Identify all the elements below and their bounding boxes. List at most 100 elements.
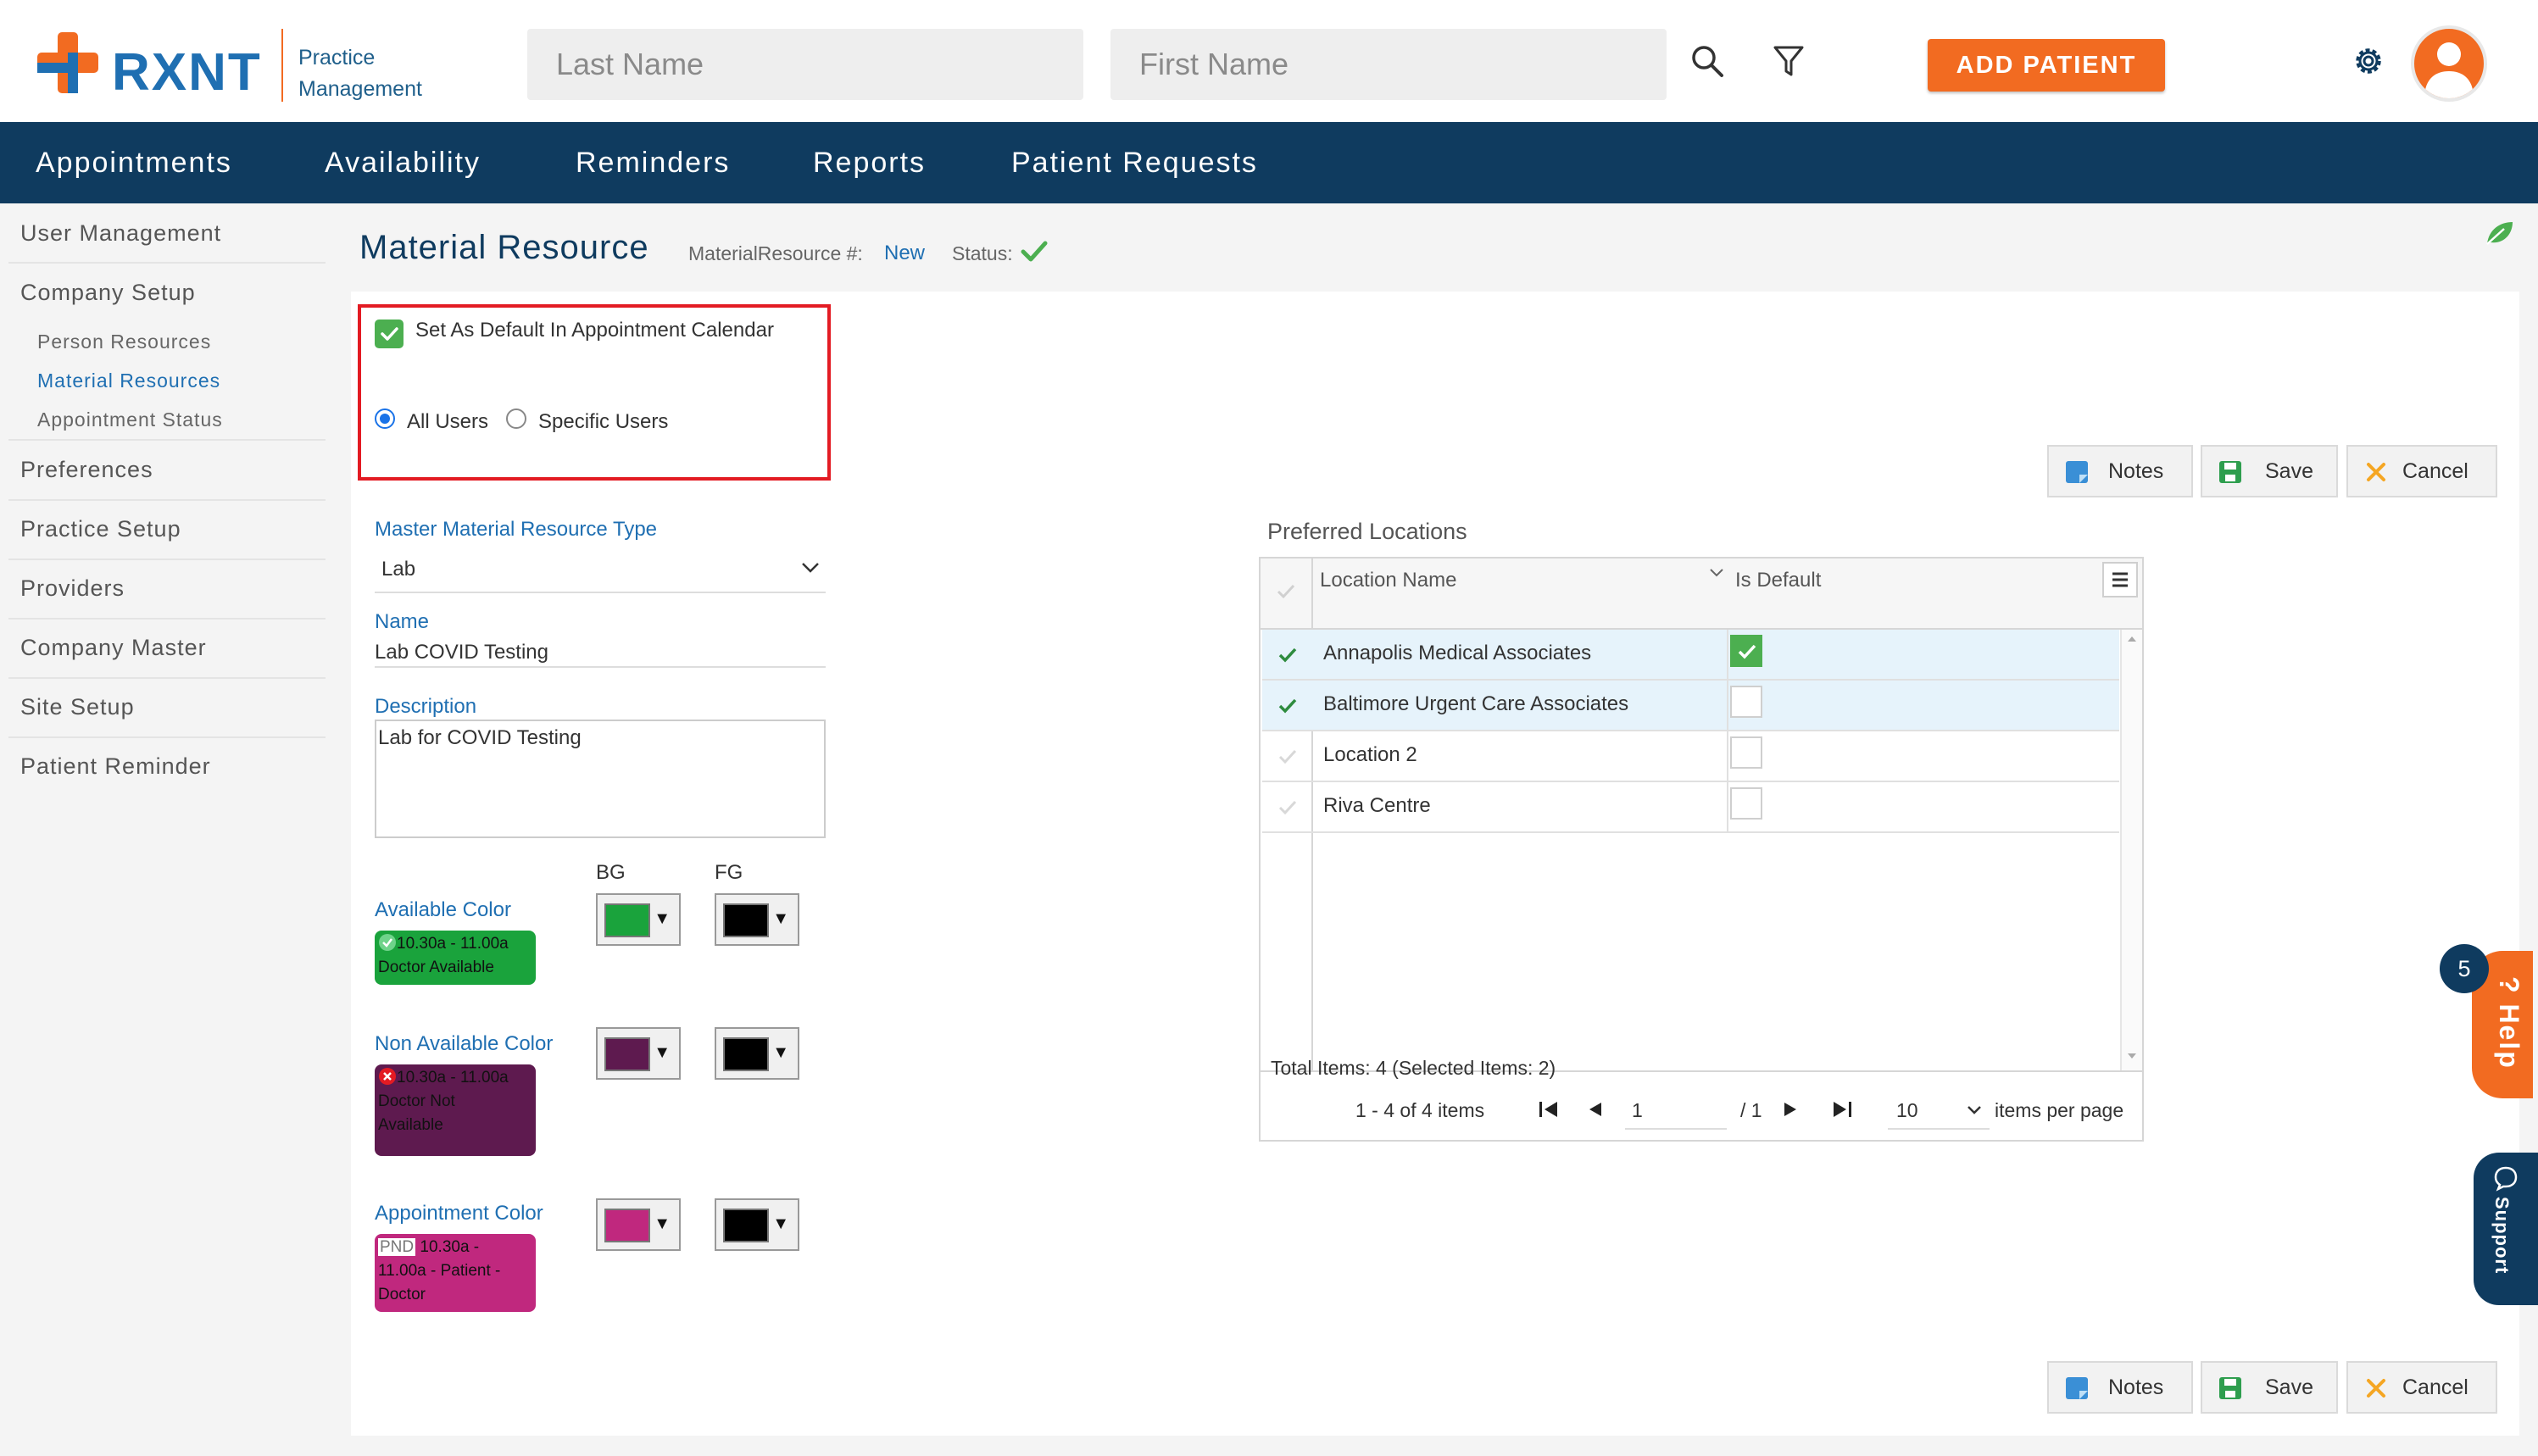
non-available-bg-color-picker[interactable]: ▼	[596, 1027, 681, 1080]
next-page-icon[interactable]	[1781, 1101, 1800, 1118]
sidebar-item-patient-reminder[interactable]: Patient Reminder	[20, 753, 211, 780]
dropdown-arrow-icon: ▼	[772, 909, 789, 928]
row-check-icon[interactable]	[1277, 697, 1298, 715]
appointment-fg-color-picker[interactable]: ▼	[715, 1198, 799, 1251]
chevron-down-icon[interactable]	[800, 561, 821, 575]
dropdown-arrow-icon: ▼	[654, 1214, 671, 1233]
add-patient-button[interactable]: ADD PATIENT	[1928, 39, 2165, 92]
non-available-preview-line2: Doctor Not	[378, 1092, 455, 1110]
sidebar-divider	[8, 499, 326, 501]
previous-page-icon[interactable]	[1586, 1101, 1605, 1118]
notes-button-bottom[interactable]: Notes	[2047, 1361, 2193, 1414]
notes-button[interactable]: Notes	[2047, 445, 2193, 497]
sidebar-item-site-setup[interactable]: Site Setup	[20, 694, 135, 720]
last-name-search-input[interactable]: Last Name	[527, 29, 1083, 100]
appointment-fg-swatch	[723, 1209, 769, 1242]
search-icon[interactable]	[1690, 44, 1724, 78]
appointment-bg-swatch	[604, 1209, 650, 1242]
available-bg-swatch	[604, 903, 650, 937]
first-page-icon[interactable]	[1537, 1099, 1561, 1120]
table-row[interactable]: Riva Centre	[1262, 782, 2119, 833]
last-page-icon[interactable]	[1830, 1099, 1854, 1120]
appointment-preview-line2: 11.00a - Patient -	[378, 1262, 501, 1280]
filter-icon[interactable]	[1772, 44, 1806, 78]
settings-gear-icon[interactable]	[2350, 42, 2387, 80]
support-tab[interactable]: Support	[2474, 1153, 2538, 1305]
row-check-icon[interactable]	[1277, 798, 1298, 817]
location-name-cell: Baltimore Urgent Care Associates	[1323, 692, 1629, 715]
all-users-radio[interactable]	[375, 408, 395, 429]
sidebar-item-company-setup[interactable]: Company Setup	[20, 280, 196, 306]
column-menu-button[interactable]	[2102, 562, 2138, 597]
is-default-checkbox[interactable]	[1730, 736, 1762, 769]
nav-reminders[interactable]: Reminders	[576, 122, 730, 203]
name-input[interactable]: Lab COVID Testing	[375, 641, 548, 664]
column-header-location[interactable]: Location Name	[1320, 569, 1456, 592]
sidebar-divider	[8, 736, 326, 738]
column-header-is-default[interactable]: Is Default	[1735, 569, 1821, 592]
cancel-button-bottom[interactable]: Cancel	[2346, 1361, 2497, 1414]
available-fg-swatch	[723, 903, 769, 937]
page-number-input[interactable]: 1	[1632, 1099, 1643, 1122]
sidebar-item-practice-setup[interactable]: Practice Setup	[20, 516, 181, 542]
grid-scrollbar[interactable]	[2120, 630, 2142, 1070]
type-select[interactable]: Lab	[381, 558, 415, 581]
appointment-bg-color-picker[interactable]: ▼	[596, 1198, 681, 1251]
nav-availability[interactable]: Availability	[325, 122, 481, 203]
sidebar-divider	[8, 439, 326, 441]
first-name-search-input[interactable]: First Name	[1110, 29, 1667, 100]
table-row[interactable]: Location 2	[1262, 731, 2119, 782]
nav-reports[interactable]: Reports	[813, 122, 926, 203]
sidebar-subitem-material-resources[interactable]: Material Resources	[37, 370, 220, 392]
logo-subtitle: Practice Management	[298, 42, 422, 105]
specific-users-radio[interactable]	[506, 408, 526, 429]
notes-icon	[2066, 1377, 2088, 1399]
checkmark-icon	[381, 327, 398, 341]
column-sort-chevron-icon[interactable]	[1708, 567, 1725, 579]
save-icon	[2219, 461, 2241, 483]
table-row[interactable]: Annapolis Medical Associates	[1262, 630, 2119, 681]
user-avatar[interactable]	[2411, 25, 2487, 102]
table-row[interactable]: Baltimore Urgent Care Associates	[1262, 681, 2119, 731]
location-name-cell: Annapolis Medical Associates	[1323, 642, 1592, 664]
save-button[interactable]: Save	[2201, 445, 2338, 497]
sidebar-item-providers[interactable]: Providers	[20, 575, 125, 602]
save-button-bottom[interactable]: Save	[2201, 1361, 2338, 1414]
available-bg-color-picker[interactable]: ▼	[596, 893, 681, 946]
items-per-page-label: items per page	[1995, 1099, 2124, 1121]
save-icon	[2219, 1377, 2241, 1399]
chevron-down-icon[interactable]	[1966, 1104, 1983, 1116]
sidebar-item-company-master[interactable]: Company Master	[20, 635, 207, 661]
is-default-checkbox[interactable]	[1730, 686, 1762, 718]
appointment-preview-line1: 10.30a -	[420, 1238, 480, 1256]
row-check-icon[interactable]	[1277, 747, 1298, 766]
nav-appointments[interactable]: Appointments	[36, 122, 232, 203]
row-check-icon[interactable]	[1277, 646, 1298, 664]
logo-divider	[281, 29, 283, 102]
cancel-button-label: Cancel	[2402, 459, 2468, 483]
non-available-preview-line3: Available	[378, 1116, 443, 1134]
nav-patient-requests[interactable]: Patient Requests	[1011, 122, 1258, 203]
non-available-fg-color-picker[interactable]: ▼	[715, 1027, 799, 1080]
description-label: Description	[375, 695, 477, 718]
available-fg-color-picker[interactable]: ▼	[715, 893, 799, 946]
sidebar-item-preferences[interactable]: Preferences	[20, 457, 153, 483]
description-textarea[interactable]: Lab for COVID Testing	[375, 720, 826, 838]
default-calendar-checkbox[interactable]	[375, 320, 404, 348]
select-all-check-icon[interactable]	[1276, 582, 1296, 601]
sidebar-item-user-management[interactable]: User Management	[20, 220, 221, 247]
save-button-label: Save	[2265, 1375, 2313, 1399]
cancel-button[interactable]: Cancel	[2346, 445, 2497, 497]
page-size-select[interactable]: 10	[1896, 1099, 1918, 1122]
scroll-up-arrow-icon[interactable]	[2126, 635, 2138, 643]
is-default-checkbox[interactable]	[1730, 635, 1762, 667]
logo-subtitle-line1: Practice	[298, 46, 376, 69]
is-default-checkbox[interactable]	[1730, 787, 1762, 820]
sidebar-subitem-person-resources[interactable]: Person Resources	[37, 331, 211, 353]
chat-bubble-icon	[2494, 1166, 2518, 1192]
sidebar-subitem-appointment-status[interactable]: Appointment Status	[37, 408, 223, 431]
menu-hamburger-icon	[2112, 572, 2128, 587]
cell-divider	[1727, 630, 1728, 681]
scroll-down-arrow-icon[interactable]	[2126, 1052, 2138, 1060]
type-underline	[375, 592, 826, 593]
